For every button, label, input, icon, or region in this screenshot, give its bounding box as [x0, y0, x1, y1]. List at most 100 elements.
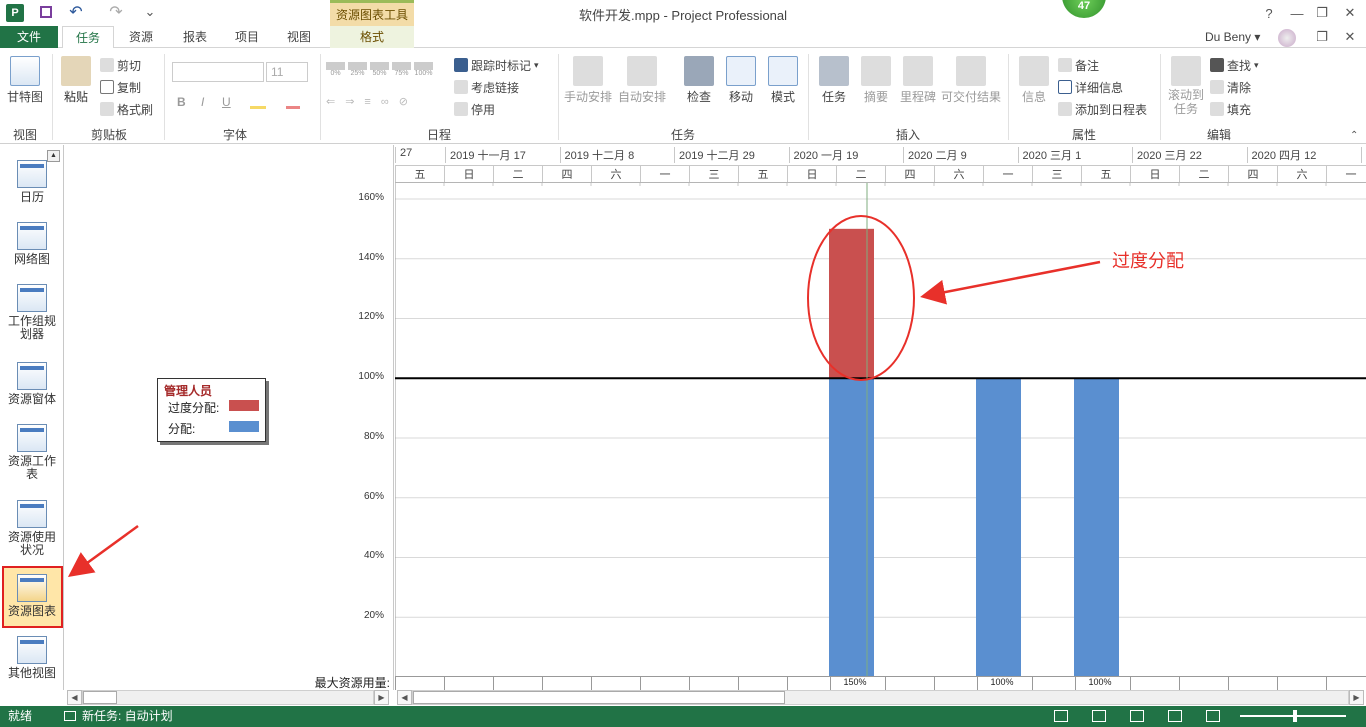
max-usage-cell	[1032, 676, 1081, 690]
underline-button[interactable]: U	[222, 95, 231, 109]
manual-schedule-button[interactable]: 手动安排	[562, 56, 614, 105]
details-button[interactable]: 详细信息	[1058, 78, 1123, 96]
timescale-top-cell: 2019 十二月 29	[674, 147, 789, 163]
tab-task[interactable]: 任务	[62, 26, 114, 48]
info-button[interactable]: 信息	[1014, 56, 1054, 105]
chart-scroll-right[interactable]: ▶	[1349, 690, 1364, 705]
view-resource-usage[interactable]: 资源使用状况	[2, 500, 62, 557]
pct-0-button[interactable]: 0%	[326, 62, 345, 77]
format-painter-button[interactable]: 格式刷	[100, 100, 153, 118]
chart-hscroll[interactable]	[412, 690, 1349, 705]
tab-format[interactable]: 格式	[330, 26, 414, 48]
left-hscroll-thumb[interactable]	[83, 691, 117, 704]
view-resource-form[interactable]: 资源窗体	[2, 362, 62, 406]
timescale-bottom-cell: 一	[1326, 165, 1366, 182]
cut-button[interactable]: 剪切	[100, 56, 141, 74]
view-calendar[interactable]: 日历	[2, 160, 62, 204]
font-color-icon[interactable]	[286, 95, 300, 109]
left-scroll-right[interactable]: ▶	[374, 690, 389, 705]
gantt-icon	[10, 56, 40, 86]
ribbon-restore-button[interactable]: ❐	[1309, 27, 1335, 47]
task-usage-shortcut-icon[interactable]	[1092, 710, 1106, 722]
tab-view[interactable]: 视图	[274, 26, 324, 48]
minimize-button[interactable]: —	[1284, 3, 1310, 23]
tab-file[interactable]: 文件	[0, 26, 58, 48]
clear-button[interactable]: 清除	[1210, 78, 1251, 96]
timescale-top-cell: 2020 二月 9	[903, 147, 1018, 163]
gantt-chart-button[interactable]: 甘特图	[4, 56, 46, 105]
paste-button[interactable]: 粘贴	[58, 56, 94, 105]
resource-sheet-shortcut-icon[interactable]	[1168, 710, 1182, 722]
customize-qa-icon[interactable]: ⌄	[140, 3, 160, 21]
max-usage-cell	[444, 676, 493, 690]
pct-75-button[interactable]: 75%	[392, 62, 411, 77]
scroll-icon	[1171, 56, 1201, 86]
respect-links-button[interactable]: 考虑链接	[454, 78, 519, 96]
team-planner-shortcut-icon[interactable]	[1130, 710, 1144, 722]
deliverable-icon	[956, 56, 986, 86]
pct-50-button[interactable]: 50%	[370, 62, 389, 77]
zoom-thumb[interactable]	[1293, 710, 1297, 722]
find-caret-icon: ▾	[1254, 59, 1259, 70]
legend-box: 管理人员 过度分配: 分配:	[157, 378, 266, 442]
pct-100-button[interactable]: 100%	[414, 62, 433, 77]
save-icon[interactable]	[36, 3, 56, 21]
view-network[interactable]: 网络图	[2, 222, 62, 266]
view-resource-sheet[interactable]: 资源工作表	[2, 424, 62, 481]
help-button[interactable]: ?	[1256, 3, 1282, 23]
inspect-button[interactable]: 检查	[680, 56, 718, 105]
timescale-bottom-cell: 五	[1081, 165, 1130, 182]
summary-button[interactable]: 摘要	[858, 56, 894, 105]
status-new-task[interactable]: 新任务: 自动计划	[82, 706, 173, 727]
legend-title: 管理人员	[164, 384, 213, 398]
left-hscroll[interactable]	[82, 690, 374, 705]
font-name-box[interactable]	[172, 62, 264, 82]
inactivate-button[interactable]: 停用	[454, 100, 495, 118]
tab-report[interactable]: 报表	[170, 26, 220, 48]
fill-button[interactable]: 填充	[1210, 100, 1251, 118]
timescale-top-cell: 2	[1361, 147, 1366, 163]
app-logo[interactable]: P	[6, 4, 24, 22]
insert-task-button[interactable]: 任务	[814, 56, 854, 105]
max-usage-cell: 100%	[1075, 676, 1124, 690]
auto-schedule-button[interactable]: 自动安排	[616, 56, 668, 105]
left-scroll-left[interactable]: ◀	[67, 690, 82, 705]
chart-hscroll-thumb[interactable]	[413, 691, 785, 704]
avatar[interactable]	[1278, 29, 1296, 47]
chart-scroll-left[interactable]: ◀	[397, 690, 412, 705]
link-icon	[454, 80, 468, 94]
restore-button[interactable]: ❐	[1309, 3, 1335, 23]
legend-over-label: 过度分配:	[168, 401, 220, 415]
move-button[interactable]: 移动	[722, 56, 760, 105]
view-resource-graph[interactable]: 资源图表	[2, 574, 62, 618]
gantt-view-shortcut-icon[interactable]	[1054, 710, 1068, 722]
fill-color-icon[interactable]	[250, 95, 266, 109]
undo-icon[interactable]: ↶	[66, 3, 86, 21]
report-shortcut-icon[interactable]	[1206, 710, 1220, 722]
italic-button[interactable]: I	[201, 95, 204, 109]
font-size-box[interactable]: 11	[266, 62, 308, 82]
track-mark-button[interactable]: 跟踪时标记 ▾	[454, 56, 539, 74]
find-button[interactable]: 查找 ▾	[1210, 56, 1259, 74]
deliverable-button[interactable]: 可交付结果	[940, 56, 1002, 105]
ribbon-close-button[interactable]: ✕	[1337, 27, 1363, 47]
view-other[interactable]: 其他视图	[2, 636, 62, 680]
schedule-icons-row2: ⇐⇒≡∞⊘	[326, 96, 418, 108]
copy-button[interactable]: 复制	[100, 78, 141, 96]
bold-button[interactable]: B	[177, 95, 186, 109]
redo-icon[interactable]: ↷	[106, 3, 126, 21]
inspect-label: 检查	[686, 90, 711, 104]
details-label: 详细信息	[1075, 80, 1124, 95]
scroll-to-task-button[interactable]: 滚动到 任务	[1164, 56, 1208, 116]
tab-resource[interactable]: 资源	[116, 26, 166, 48]
tab-project[interactable]: 项目	[222, 26, 272, 48]
mode-button[interactable]: 模式	[764, 56, 802, 105]
view-team-planner[interactable]: 工作组规划器	[2, 284, 62, 341]
milestone-button[interactable]: 里程碑	[896, 56, 940, 105]
pct-25-button[interactable]: 25%	[348, 62, 367, 77]
user-name[interactable]: Du Beny ▾	[1205, 26, 1260, 48]
add-timeline-button[interactable]: 添加到日程表	[1058, 100, 1147, 118]
collapse-ribbon-icon[interactable]: ⌃	[1350, 130, 1358, 141]
close-button[interactable]: ✕	[1337, 3, 1363, 23]
notes-button[interactable]: 备注	[1058, 56, 1099, 74]
